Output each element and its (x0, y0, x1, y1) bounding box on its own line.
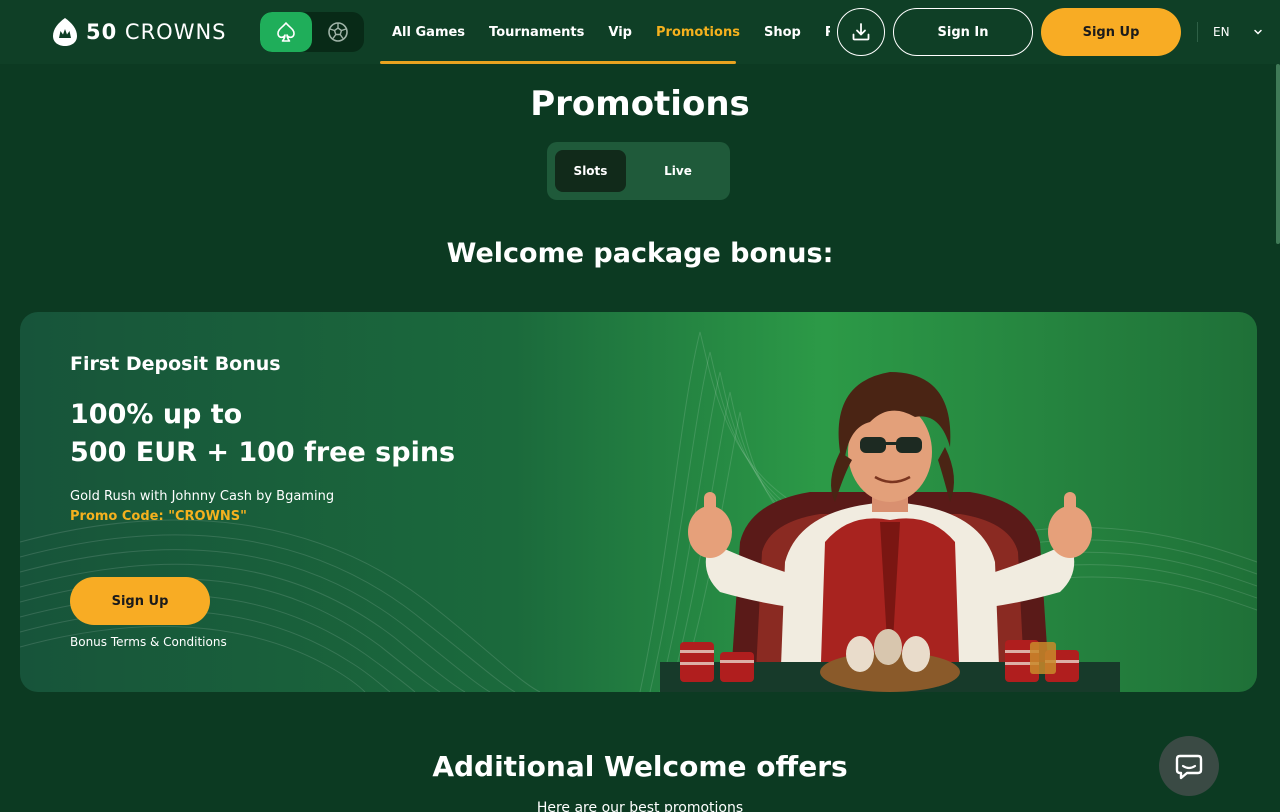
card-sign-up-button[interactable]: Sign Up (70, 577, 210, 625)
nav-all-games[interactable]: All Games (380, 0, 477, 64)
soccer-ball-icon (328, 22, 348, 42)
bonus-terms-link[interactable]: Bonus Terms & Conditions (70, 635, 227, 649)
header-divider (1197, 22, 1198, 42)
bonus-title: First Deposit Bonus (70, 353, 281, 375)
live-chat-button[interactable] (1159, 736, 1219, 796)
casino-mode-button[interactable] (260, 12, 312, 52)
download-app-button[interactable] (837, 8, 885, 56)
tab-live[interactable]: Live (634, 150, 722, 192)
main-nav: All Games Tournaments Vip Promotions Sho… (380, 0, 830, 64)
spade-icon (277, 22, 295, 42)
additional-offers-subtitle: Here are our best promotions (536, 800, 744, 812)
promo-code: Promo Code: "CROWNS" (70, 509, 247, 524)
category-tabs: Slots Live (547, 142, 730, 200)
sports-mode-button[interactable] (312, 12, 364, 52)
section-title: Welcome package bonus: (446, 238, 834, 269)
mascot-illustration (660, 372, 1120, 692)
additional-offers-title: Additional Welcome offers (432, 750, 848, 783)
sign-up-button[interactable]: Sign Up (1041, 8, 1181, 56)
logo-text: 50 CROWNS (86, 20, 227, 44)
language-selector[interactable]: EN (1213, 22, 1263, 42)
nav-shop[interactable]: Shop (752, 0, 813, 64)
nav-tournaments[interactable]: Tournaments (477, 0, 596, 64)
bonus-headline-line1: 100% up to (70, 399, 243, 430)
nav-active-underline (380, 61, 736, 64)
nav-vip[interactable]: Vip (596, 0, 644, 64)
bonus-headline-line2: 500 EUR + 100 free spins (70, 437, 456, 468)
sign-in-button[interactable]: Sign In (893, 8, 1033, 56)
logo[interactable]: 50 CROWNS (52, 17, 227, 47)
chevron-down-icon (1254, 29, 1262, 35)
mode-toggle (260, 12, 364, 52)
page-title: Promotions (530, 84, 750, 124)
tab-slots[interactable]: Slots (555, 150, 626, 192)
language-label: EN (1213, 25, 1230, 39)
first-deposit-bonus-card: First Deposit Bonus 100% up to 500 EUR +… (20, 312, 1257, 692)
bonus-headline: 100% up to 500 EUR + 100 free spins (70, 396, 455, 472)
logo-crown-icon (52, 17, 78, 47)
bonus-game: Gold Rush with Johnny Cash by Bgaming (70, 489, 335, 504)
header: 50 CROWNS All Games Tournaments Vip Prom… (0, 0, 1280, 64)
nav-promotions[interactable]: Promotions (644, 0, 752, 64)
download-icon (852, 23, 870, 41)
nav-referral[interactable]: Referral (813, 0, 830, 64)
chat-bubble-icon (1175, 754, 1203, 780)
